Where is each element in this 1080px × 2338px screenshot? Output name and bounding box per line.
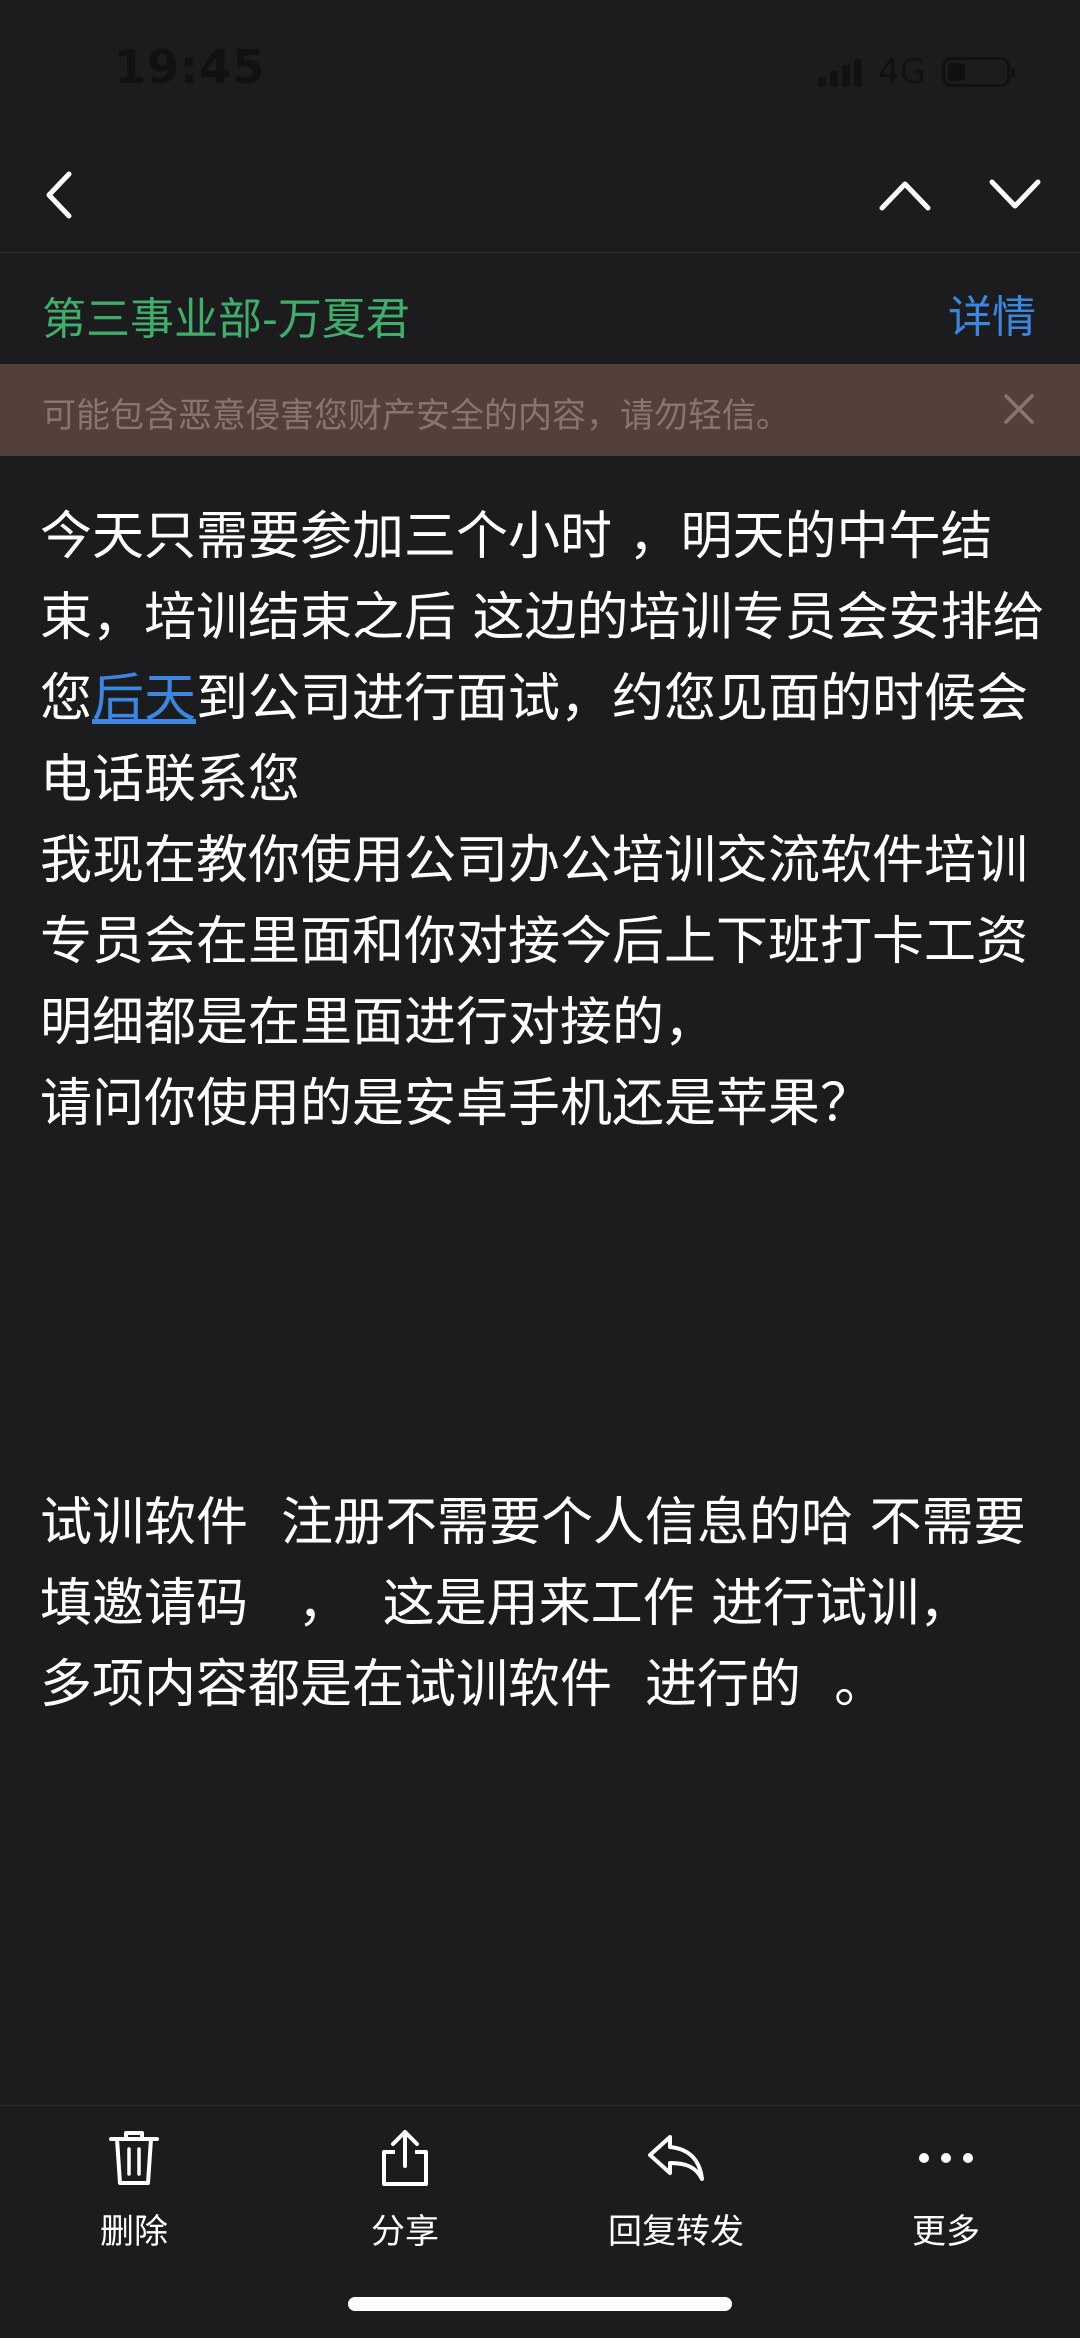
message-text: 到公司进行面试，约您见面的时候会电话联系您 我现在教你使用公司办公培训交流软件培…	[40, 669, 1029, 1134]
more-icon	[919, 2153, 973, 2163]
message-body: 今天只需要参加三个小时 ，明天的中午结束，培训结束之后 这边的培训专员会安排给您…	[40, 497, 1050, 1726]
more-label: 更多	[912, 2212, 980, 2252]
sender-name: 第三事业部-万夏君	[42, 294, 410, 345]
share-icon	[382, 2130, 428, 2186]
nav-bar	[0, 140, 1080, 253]
status-indicators: 4G	[818, 50, 1015, 94]
home-indicator[interactable]	[348, 2297, 732, 2311]
delete-button[interactable]: 删除	[34, 2126, 234, 2253]
reply-forward-button[interactable]: 回复转发	[576, 2126, 776, 2253]
status-bar: 19:45 4G	[0, 0, 1080, 140]
delete-label: 删除	[100, 2212, 168, 2252]
close-icon	[1004, 394, 1034, 424]
date-link[interactable]: 后天	[92, 669, 196, 729]
share-label: 分享	[371, 2212, 439, 2252]
chevron-down-icon	[989, 179, 1041, 209]
close-warning-button[interactable]	[994, 384, 1044, 434]
chevron-left-icon	[46, 171, 72, 219]
back-button[interactable]	[14, 150, 104, 240]
warning-banner: 可能包含恶意侵害您财产安全的内容，请勿轻信。	[0, 364, 1080, 456]
warning-text: 可能包含恶意侵害您财产安全的内容，请勿轻信。	[42, 396, 790, 436]
battery-icon	[942, 57, 1015, 87]
network-type: 4G	[878, 52, 926, 92]
chevron-up-icon	[879, 181, 931, 211]
status-time: 19:45	[114, 40, 266, 94]
reply-forward-label: 回复转发	[608, 2212, 744, 2252]
battery-level	[948, 63, 965, 81]
signal-icon	[818, 57, 863, 87]
share-button[interactable]: 分享	[305, 2126, 505, 2253]
trash-icon	[109, 2131, 159, 2185]
more-button[interactable]: 更多	[846, 2126, 1046, 2253]
message-paragraph: 今天只需要参加三个小时 ，明天的中午结束，培训结束之后 这边的培训专员会安排给您…	[40, 497, 1050, 1145]
reply-icon	[648, 2135, 704, 2181]
message-paragraph: 试训软件 注册不需要个人信息的哈 不需要填邀请码 ， 这是用来工作 进行试训， …	[40, 1493, 1038, 1715]
previous-message-button[interactable]	[860, 150, 950, 240]
sender-row: 第三事业部-万夏君 详情	[0, 253, 1080, 363]
details-link[interactable]: 详情	[948, 281, 1036, 345]
next-message-button[interactable]	[970, 150, 1060, 240]
